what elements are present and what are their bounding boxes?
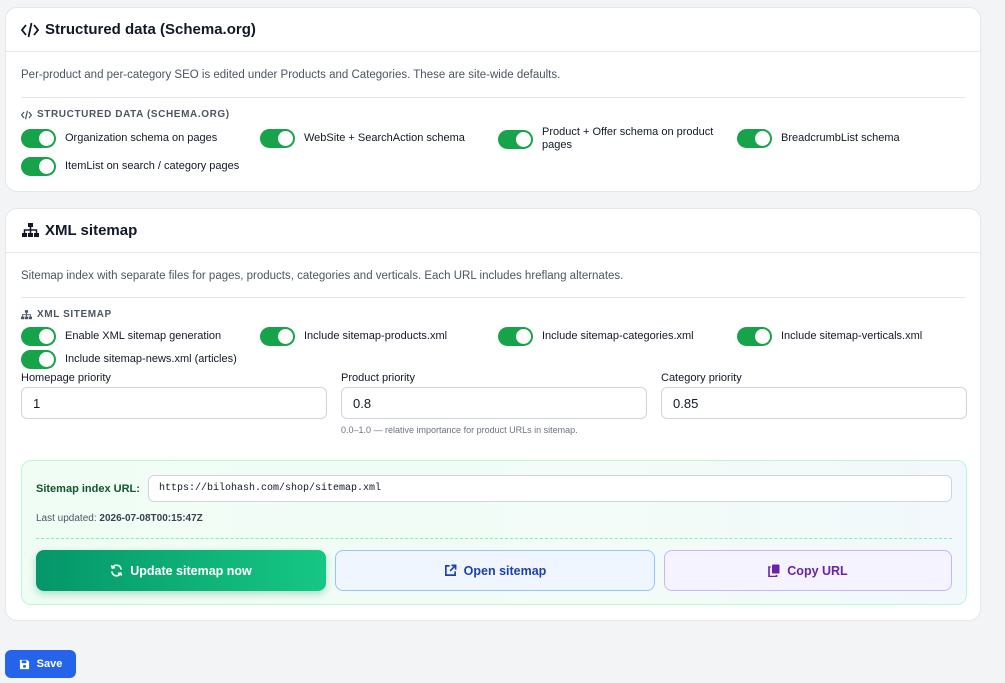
xml-sitemap-description: Sitemap index with separate files for pa…	[21, 270, 624, 282]
open-sitemap-label: Open sitemap	[463, 563, 547, 578]
toggle-label: ItemList on search / category pages	[65, 160, 240, 172]
toggle-enable-sitemap: Enable XML sitemap generation	[21, 327, 221, 346]
toggle-product-offer-schema: Product + Offer schema on product pages	[498, 126, 727, 152]
xml-sitemap-card: XML sitemap Sitemap index with separate …	[5, 208, 981, 621]
toggle-label: Include sitemap-products.xml	[304, 330, 448, 342]
toggle-switch[interactable]	[498, 327, 533, 346]
homepage-priority-input[interactable]: 1	[21, 387, 327, 419]
toggle-switch[interactable]	[260, 327, 295, 346]
toggle-include-verticals: Include sitemap-verticals.xml	[737, 327, 922, 346]
toggle-switch[interactable]	[737, 327, 772, 346]
toggle-switch[interactable]	[260, 129, 295, 148]
save-icon	[19, 659, 30, 670]
sitemap-index-panel: Sitemap index URL: https://bilohash.com/…	[21, 460, 967, 605]
toggle-switch[interactable]	[21, 350, 56, 369]
copy-url-button[interactable]: Copy URL	[664, 550, 952, 591]
sitemap-index-url-field[interactable]: https://bilohash.com/shop/sitemap.xml	[148, 475, 952, 502]
toggle-switch[interactable]	[21, 157, 56, 176]
structured-data-description: Per-product and per-category SEO is edit…	[21, 69, 561, 81]
last-updated: Last updated: 2026-07-08T00:15:47Z	[36, 513, 203, 524]
toggle-include-categories: Include sitemap-categories.xml	[498, 327, 694, 346]
xml-sitemap-header: XML sitemap	[6, 209, 980, 253]
category-priority-input[interactable]: 0.85	[661, 387, 967, 419]
structured-data-subheading: STRUCTURED DATA (SCHEMA.ORG)	[21, 109, 230, 120]
copy-icon	[768, 564, 780, 577]
divider	[21, 97, 965, 98]
toggle-label: Include sitemap-verticals.xml	[781, 330, 923, 342]
xml-sitemap-subheading: XML SITEMAP	[21, 309, 112, 320]
structured-data-card: Structured data (Schema.org) Per-product…	[5, 7, 981, 192]
sitemap-index-label: Sitemap index URL:	[36, 483, 140, 495]
category-priority-label: Category priority	[661, 372, 742, 384]
code-icon	[21, 110, 32, 120]
homepage-priority-label: Homepage priority	[21, 372, 111, 384]
product-priority-hint: 0.0–1.0 — relative importance for produc…	[341, 425, 578, 435]
toggle-label: Include sitemap-categories.xml	[542, 330, 694, 342]
subheading-label: XML SITEMAP	[37, 309, 112, 320]
toggle-label: BreadcrumbList schema	[781, 132, 900, 144]
toggle-website-searchaction: WebSite + SearchAction schema	[260, 129, 465, 148]
structured-data-header: Structured data (Schema.org)	[6, 8, 980, 52]
toggle-breadcrumblist-schema: BreadcrumbList schema	[737, 129, 900, 148]
toggle-label: Organization schema on pages	[65, 132, 218, 144]
toggle-switch[interactable]	[21, 129, 56, 148]
copy-url-label: Copy URL	[787, 563, 848, 578]
refresh-icon	[110, 564, 123, 577]
update-sitemap-label: Update sitemap now	[130, 563, 252, 578]
open-sitemap-button[interactable]: Open sitemap	[335, 550, 655, 591]
toggle-switch[interactable]	[21, 327, 56, 346]
update-sitemap-button[interactable]: Update sitemap now	[36, 550, 326, 591]
structured-data-title: Structured data (Schema.org)	[45, 21, 256, 38]
product-priority-input[interactable]: 0.8	[341, 387, 647, 419]
product-priority-label: Product priority	[341, 372, 415, 384]
sitemap-icon	[21, 222, 39, 240]
save-label: Save	[36, 658, 63, 670]
last-updated-label: Last updated:	[36, 513, 97, 524]
divider	[21, 297, 965, 298]
toggle-label: Product + Offer schema on product pages	[542, 126, 714, 151]
external-link-icon	[444, 564, 457, 577]
toggle-label: Enable XML sitemap generation	[65, 330, 222, 342]
toggle-include-news: Include sitemap-news.xml (articles)	[21, 350, 237, 369]
subheading-label: STRUCTURED DATA (SCHEMA.ORG)	[37, 109, 230, 120]
toggle-include-products: Include sitemap-products.xml	[260, 327, 447, 346]
last-updated-value: 2026-07-08T00:15:47Z	[99, 513, 203, 524]
toggle-label: Include sitemap-news.xml (articles)	[65, 353, 237, 365]
xml-sitemap-title: XML sitemap	[45, 222, 138, 239]
sitemap-icon	[21, 309, 32, 320]
toggle-itemlist-schema: ItemList on search / category pages	[21, 157, 239, 176]
toggle-switch[interactable]	[498, 129, 533, 149]
dashed-divider	[36, 538, 952, 539]
toggle-organization-schema: Organization schema on pages	[21, 129, 217, 148]
save-button[interactable]: Save	[5, 650, 76, 678]
code-icon	[21, 21, 39, 39]
toggle-switch[interactable]	[737, 129, 772, 148]
toggle-label: WebSite + SearchAction schema	[304, 132, 465, 144]
